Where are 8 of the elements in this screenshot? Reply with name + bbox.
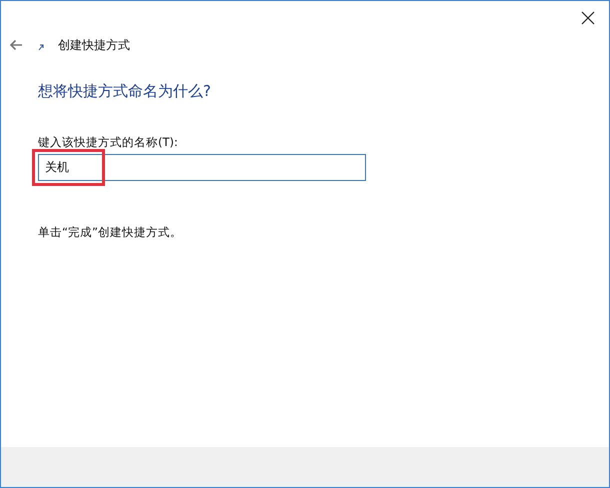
wizard-heading: 想将快捷方式命名为什么? xyxy=(38,82,212,101)
name-input-field[interactable]: 关机 xyxy=(38,154,366,181)
instruction-text: 单击“完成”创建快捷方式。 xyxy=(38,225,183,240)
back-arrow-icon[interactable] xyxy=(9,39,23,51)
close-icon[interactable] xyxy=(581,11,595,25)
shortcut-icon xyxy=(38,44,44,50)
window-title: 创建快捷方式 xyxy=(58,36,130,54)
field-label: 键入该快捷方式的名称(T): xyxy=(38,135,179,150)
